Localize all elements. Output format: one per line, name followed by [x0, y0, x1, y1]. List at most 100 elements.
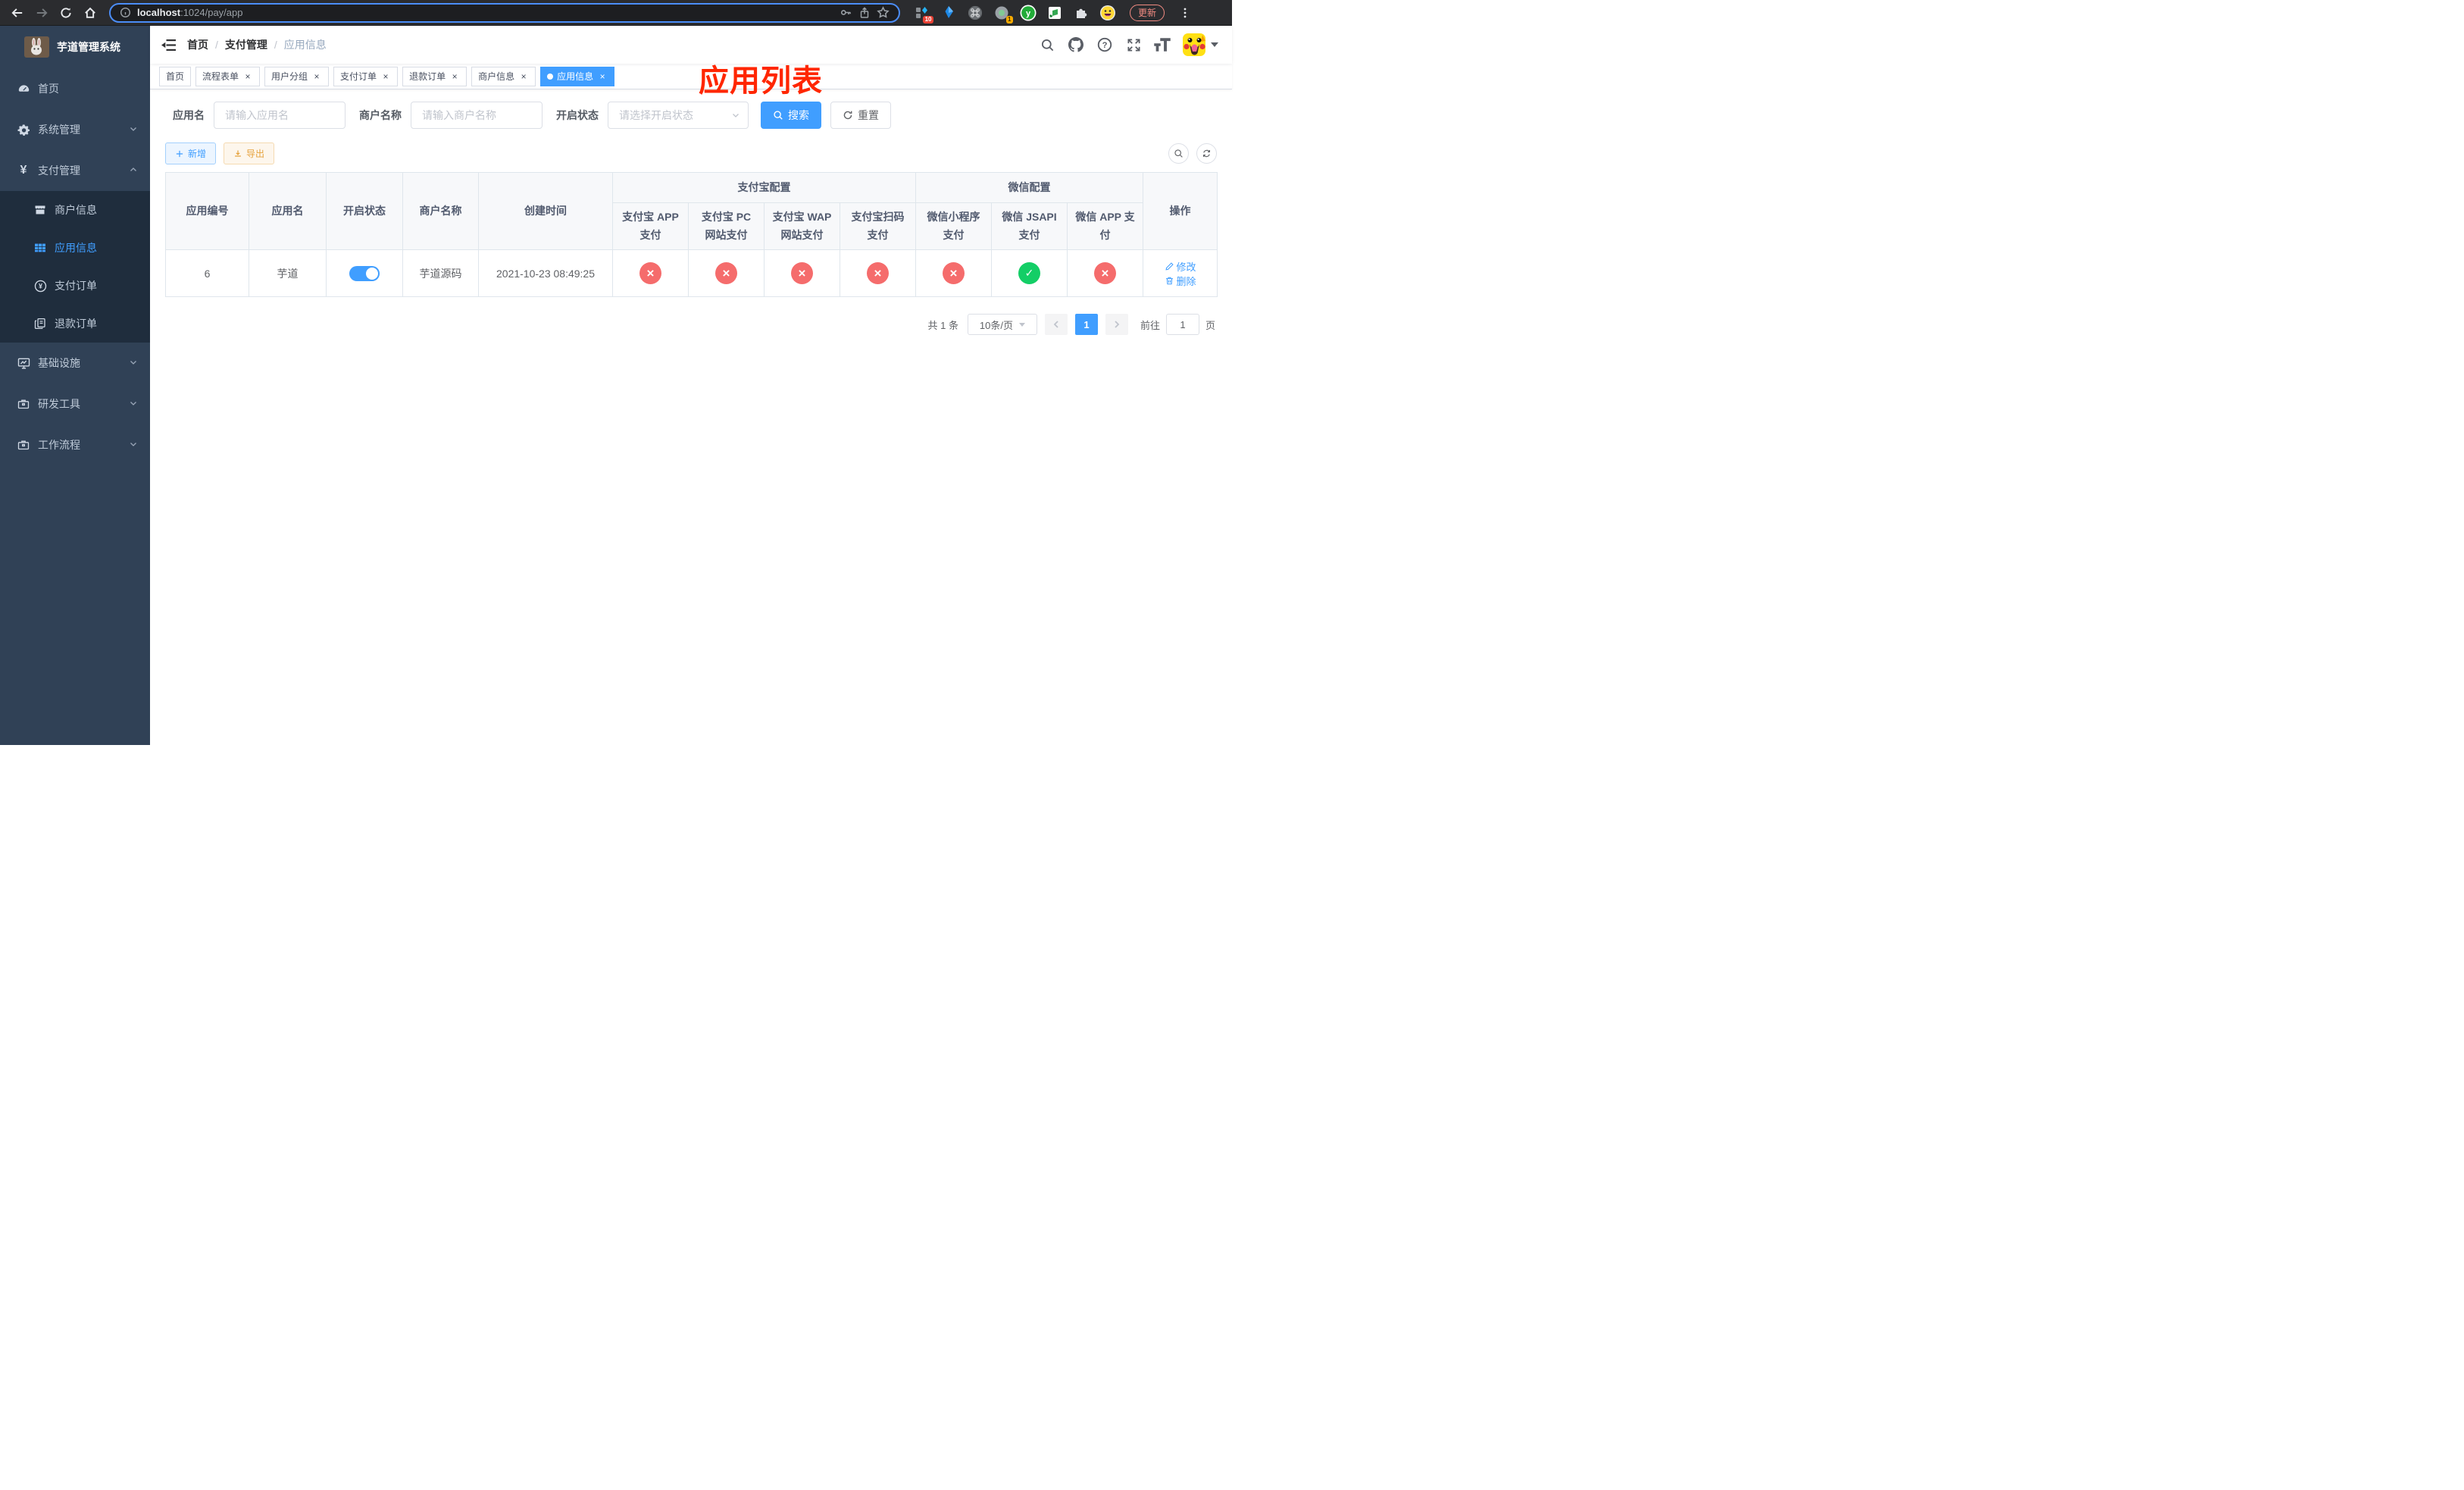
password-key-icon[interactable] — [840, 6, 852, 19]
cell-wechat-app — [1066, 249, 1144, 297]
sidebar-collapse-icon[interactable] — [150, 26, 187, 64]
extension-y-icon[interactable]: y — [1020, 5, 1037, 21]
extension-doc-icon[interactable] — [1046, 5, 1063, 21]
sidebar-item-label: 商户信息 — [55, 204, 97, 216]
gear-icon — [17, 124, 30, 136]
browser-forward-icon[interactable] — [32, 3, 52, 23]
tab-pay-orders[interactable]: 支付订单 — [333, 66, 399, 86]
sidebar-item-pay-orders[interactable]: ¥ 支付订单 — [0, 267, 150, 305]
bookmark-star-icon[interactable] — [877, 6, 890, 19]
breadcrumb-separator: / — [274, 39, 277, 51]
enabled-icon — [1018, 262, 1040, 284]
export-button[interactable]: 导出 — [224, 142, 275, 164]
col-alipay-qr: 支付宝扫码支付 — [840, 202, 916, 250]
site-info-icon[interactable] — [120, 7, 131, 18]
close-icon[interactable] — [242, 71, 253, 82]
close-icon[interactable] — [380, 71, 391, 82]
help-icon[interactable]: ? — [1096, 36, 1113, 53]
chevron-left-icon — [1053, 321, 1058, 328]
close-icon[interactable] — [311, 71, 322, 82]
browser-home-icon[interactable] — [80, 3, 100, 23]
reset-button[interactable]: 重置 — [830, 102, 891, 129]
sidebar-item-label: 应用信息 — [55, 242, 97, 254]
next-page-button[interactable] — [1105, 314, 1128, 335]
sidebar-item-app-info[interactable]: 应用信息 — [0, 229, 150, 267]
disabled-icon — [715, 262, 737, 284]
extension-recorder-icon[interactable]: 1 — [993, 5, 1013, 23]
app-logo[interactable]: 芋道管理系统 — [0, 26, 150, 68]
add-button[interactable]: 新增 — [165, 142, 217, 164]
app-title: 芋道管理系统 — [57, 41, 120, 53]
sidebar-item-label: 退款订单 — [55, 318, 97, 330]
url-text: localhost:1024/pay/app — [137, 7, 242, 18]
page-size-value: 10条/页 — [979, 319, 1013, 331]
extension-grid-icon[interactable]: 10 — [914, 5, 933, 23]
tab-user-group[interactable]: 用户分组 — [264, 66, 330, 86]
close-icon[interactable] — [518, 71, 529, 82]
close-icon[interactable] — [597, 71, 608, 82]
extension-puzzle-icon[interactable] — [1073, 5, 1090, 21]
delete-button[interactable]: 删除 — [1165, 274, 1196, 288]
goto-page-input[interactable] — [1165, 314, 1199, 335]
tab-process-form[interactable]: 流程表单 — [195, 66, 261, 86]
dashboard-icon — [17, 83, 30, 95]
cell-created: 2021-10-23 08:49:25 — [478, 249, 613, 297]
disabled-icon — [639, 262, 661, 284]
chevron-down-icon — [129, 357, 138, 369]
page-number-1[interactable]: 1 — [1074, 314, 1098, 335]
browser-update-button[interactable]: 更新 — [1130, 4, 1165, 21]
disabled-icon — [943, 262, 965, 284]
col-status: 开启状态 — [326, 172, 403, 250]
navbar-actions: ? — [1039, 33, 1232, 56]
extension-emoji-icon[interactable] — [1099, 5, 1116, 21]
sidebar-item-workflow[interactable]: 工作流程 — [0, 424, 150, 465]
sidebar-item-payment[interactable]: 支付管理 — [0, 150, 150, 191]
status-toggle[interactable] — [349, 265, 380, 281]
extension-kite-icon[interactable] — [940, 5, 957, 21]
breadcrumb-payment[interactable]: 支付管理 — [225, 37, 267, 52]
share-icon[interactable] — [858, 6, 871, 19]
tab-label: 支付订单 — [340, 71, 377, 82]
merchant-name-input[interactable] — [411, 102, 543, 129]
extension-command-icon[interactable] — [967, 5, 983, 21]
search-button[interactable]: 搜索 — [761, 102, 821, 129]
tab-home[interactable]: 首页 — [159, 66, 192, 86]
browser-menu-icon[interactable] — [1175, 3, 1195, 23]
tab-merchant-info[interactable]: 商户信息 — [471, 66, 536, 86]
merchant-name-label: 商户名称 — [359, 109, 402, 121]
header-search-icon[interactable] — [1039, 36, 1055, 53]
user-menu[interactable] — [1183, 33, 1218, 56]
url-bar[interactable]: localhost:1024/pay/app — [109, 2, 900, 23]
github-icon[interactable] — [1068, 36, 1084, 53]
browser-reload-icon[interactable] — [56, 3, 76, 23]
svg-text:y: y — [1026, 9, 1031, 18]
sidebar-item-system[interactable]: 系统管理 — [0, 109, 150, 150]
sidebar-item-merchant-info[interactable]: 商户信息 — [0, 191, 150, 229]
refresh-icon — [843, 111, 852, 120]
font-size-icon[interactable] — [1154, 36, 1171, 53]
sidebar-item-refund-orders[interactable]: 退款订单 — [0, 305, 150, 343]
toggle-search-button[interactable] — [1168, 143, 1189, 164]
fullscreen-icon[interactable] — [1125, 36, 1142, 53]
close-icon[interactable] — [449, 71, 460, 82]
sidebar-item-dev-tools[interactable]: 研发工具 — [0, 383, 150, 424]
sidebar-item-home[interactable]: 首页 — [0, 68, 150, 109]
page-size-select[interactable]: 10条/页 — [967, 314, 1037, 335]
breadcrumb-home[interactable]: 首页 — [187, 37, 208, 52]
app-name-input[interactable] — [214, 102, 346, 129]
documents-icon — [33, 318, 47, 330]
tab-refund-orders[interactable]: 退款订单 — [402, 66, 467, 86]
prev-page-button[interactable] — [1044, 314, 1068, 335]
sidebar-item-infrastructure[interactable]: 基础设施 — [0, 343, 150, 383]
plus-icon — [176, 150, 183, 157]
chevron-right-icon — [1115, 321, 1120, 328]
browser-back-icon[interactable] — [8, 3, 27, 23]
edit-button[interactable]: 修改 — [1165, 259, 1196, 274]
status-select[interactable]: 请选择开启状态 — [608, 102, 749, 129]
briefcase-icon — [17, 439, 30, 451]
sidebar-item-label: 首页 — [38, 83, 59, 95]
tab-app-info[interactable]: 应用信息 — [540, 66, 615, 86]
url-host: localhost — [137, 7, 181, 18]
applications-table: 应用编号 应用名 开启状态 商户名称 创建时间 支付宝配置 微信配置 操作 支付… — [165, 172, 1218, 297]
refresh-table-button[interactable] — [1196, 143, 1217, 164]
